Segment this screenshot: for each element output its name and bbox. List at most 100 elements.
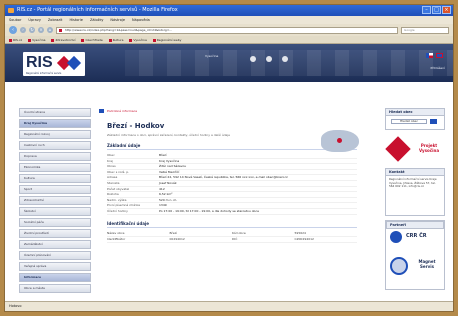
bookmark-item[interactable]: Kultura bbox=[108, 36, 123, 43]
bookmark-icon bbox=[108, 38, 112, 42]
stop-button[interactable]: × bbox=[38, 27, 44, 33]
address-bar[interactable]: http://www.ris.cz/index.php?lang=1&pass=… bbox=[56, 26, 398, 34]
contact-title: Kontakt bbox=[385, 168, 445, 176]
bookmark-label: RIS.cz bbox=[13, 38, 23, 42]
location-marker-icon bbox=[337, 138, 342, 143]
login-link[interactable]: Přihlášení bbox=[430, 66, 445, 70]
id-table: Název obce Březí Kód obce 595624 Identifikát… bbox=[99, 231, 369, 243]
page-subtitle: Základní informace o obci, správní zařaz… bbox=[107, 133, 231, 137]
header-region[interactable]: Vysočina bbox=[205, 54, 218, 58]
ris-logo[interactable]: RIS Regionální informační servis bbox=[23, 52, 85, 76]
sidebar-item[interactable]: Regionální rozvoj bbox=[19, 130, 91, 139]
partners-box: Partneři CRR ČR Magnet Servis bbox=[385, 220, 445, 290]
sidebar-item[interactable]: Sport bbox=[19, 185, 91, 194]
search-box-title: Hledat obec bbox=[385, 108, 445, 116]
partner2-label: Magnet Servis bbox=[418, 259, 436, 269]
row-key: Nadm. výška bbox=[107, 197, 127, 202]
menu-bookmarks[interactable]: Záložky bbox=[90, 16, 103, 24]
bookmark-item[interactable]: CzechTrade bbox=[81, 36, 103, 43]
table-cell: 595624 bbox=[294, 230, 306, 235]
row-value: 412 bbox=[159, 186, 165, 191]
row-key: Počet obyvatel bbox=[107, 186, 130, 191]
home-button[interactable]: ⌂ bbox=[47, 27, 53, 33]
breadcrumb[interactable]: Podrobné informace bbox=[99, 108, 369, 114]
sidebar-item[interactable]: Obce a města bbox=[19, 284, 91, 293]
bookmark-icon bbox=[129, 38, 133, 42]
sidebar-item[interactable]: Veřejná správa bbox=[19, 262, 91, 271]
bookmark-icon bbox=[9, 38, 12, 42]
row-key: Rozloha bbox=[107, 192, 119, 197]
logo-blue-diamond-icon bbox=[66, 55, 82, 71]
site-header: RIS Regionální informační servis Vysočin… bbox=[5, 44, 453, 82]
menu-edit[interactable]: Úpravy bbox=[28, 16, 41, 24]
sitemap-icon[interactable] bbox=[282, 56, 288, 62]
municipality-search-input[interactable]: Hledat obec bbox=[391, 119, 427, 124]
partner-crr-logo[interactable]: CRR ČR bbox=[390, 231, 442, 243]
bookmark-icon bbox=[81, 38, 85, 42]
promo-banner[interactable]: Projekt Vysočina bbox=[385, 136, 445, 164]
row-key: Kraj bbox=[107, 158, 113, 163]
menu-view[interactable]: Zobrazit bbox=[48, 16, 63, 24]
sidebar-item[interactable]: Zemědělství bbox=[19, 240, 91, 249]
search-box: Hledat obec bbox=[385, 116, 445, 130]
home-icon[interactable] bbox=[250, 56, 256, 62]
contact-box: Kontakt Regionální informační servis Kra… bbox=[385, 168, 445, 216]
sidebar-item[interactable]: Informace bbox=[19, 273, 91, 282]
bookmark-item[interactable]: Vysočina bbox=[28, 36, 45, 43]
bookmark-item[interactable]: RIS.cz bbox=[9, 36, 22, 43]
info-table: Obec Březí Kraj Kraj Vysočina Okres Žďár nad … bbox=[99, 153, 369, 215]
menu-history[interactable]: Historie bbox=[69, 16, 83, 24]
partner-magnet-logo[interactable]: Magnet Servis bbox=[390, 255, 442, 277]
sidebar-item[interactable]: Územní plánování bbox=[19, 251, 91, 260]
sidebar-menu: Úvodní strana Kraj Vysočina Regionální roz… bbox=[19, 108, 91, 295]
maximize-button[interactable]: □ bbox=[432, 6, 441, 14]
czech-flag-icon[interactable] bbox=[426, 53, 433, 58]
row-key: Obec s rozš. p. bbox=[107, 169, 130, 174]
mail-icon[interactable] bbox=[266, 56, 272, 62]
sidebar-item[interactable]: Cestovní ruch bbox=[19, 141, 91, 150]
table-row: Úřední hodiny Po 17:00 - 19:00, St 17:00 … bbox=[107, 209, 357, 215]
address-text: http://www.ris.cz/index.php?lang=1&pass=… bbox=[65, 27, 173, 32]
row-key: Okres bbox=[107, 164, 116, 169]
minimize-button[interactable]: – bbox=[422, 6, 431, 14]
search-go-button[interactable] bbox=[430, 119, 437, 124]
search-field[interactable]: Google bbox=[401, 26, 449, 34]
section-heading: Identifikační údaje bbox=[107, 221, 357, 228]
firefox-icon bbox=[8, 8, 14, 13]
sidebar-item[interactable]: Školství bbox=[19, 207, 91, 216]
sidebar-item[interactable]: Zdravotnictví bbox=[19, 196, 91, 205]
bookmark-label: Zdravotnictví bbox=[55, 38, 76, 42]
menu-tools[interactable]: Nástroje bbox=[110, 16, 125, 24]
back-button[interactable]: ‹ bbox=[9, 26, 17, 34]
table-cell: 00294012 bbox=[169, 236, 185, 241]
favicon-icon bbox=[59, 28, 62, 32]
english-flag-icon[interactable] bbox=[436, 53, 443, 58]
bookmark-item[interactable]: Zdravotnictví bbox=[51, 36, 75, 43]
row-key: První písemná zmínka bbox=[107, 203, 140, 208]
contact-text: Regionální informační servis Kraje Vysoč… bbox=[385, 176, 445, 216]
window-controls: – □ × bbox=[422, 6, 451, 14]
row-value: 6,52 km² bbox=[159, 192, 173, 197]
sidebar-item[interactable]: Sociální péče bbox=[19, 218, 91, 227]
status-bar: Hotovo bbox=[5, 301, 453, 311]
bookmark-icon bbox=[152, 38, 156, 42]
promo-text: Projekt Vysočina bbox=[418, 143, 440, 153]
row-key: Úřední hodiny bbox=[107, 208, 128, 213]
sidebar-item[interactable]: Úvodní strana bbox=[19, 108, 91, 117]
reload-button[interactable]: ↻ bbox=[29, 27, 35, 33]
menu-help[interactable]: Nápověda bbox=[132, 16, 150, 24]
bookmark-label: Vysočina bbox=[133, 38, 147, 42]
forward-button[interactable]: › bbox=[20, 27, 26, 33]
row-key: Obec bbox=[107, 153, 115, 157]
menu-file[interactable]: Soubor bbox=[9, 16, 21, 24]
bookmark-item[interactable]: Regionální weby bbox=[152, 36, 181, 43]
bookmark-item[interactable]: Vysočina bbox=[129, 36, 147, 43]
sidebar-item[interactable]: Doprava bbox=[19, 152, 91, 161]
sidebar-item[interactable]: Kultura bbox=[19, 174, 91, 183]
window-titlebar: RIS.cz - Portál regionálních informačníc… bbox=[5, 5, 453, 16]
close-button[interactable]: × bbox=[442, 6, 451, 14]
sidebar-item[interactable]: Ekonomika bbox=[19, 163, 91, 172]
sidebar-item[interactable]: Životní prostředí bbox=[19, 229, 91, 238]
sidebar-item[interactable]: Kraj Vysočina bbox=[19, 119, 91, 128]
table-cell: Název obce bbox=[107, 230, 125, 235]
